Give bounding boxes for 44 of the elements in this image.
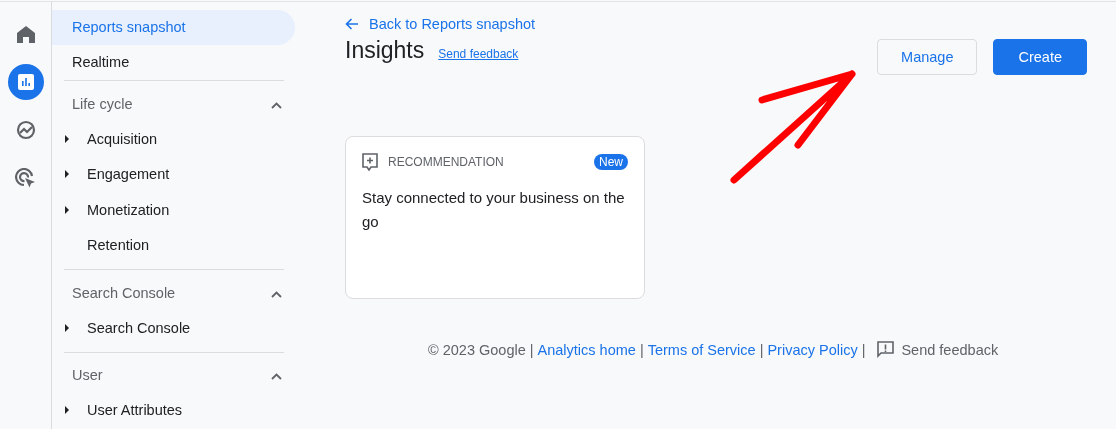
separator: |: [529, 341, 534, 358]
reports-rail-button[interactable]: [7, 64, 44, 100]
expand-triangle-icon[interactable]: [64, 134, 70, 143]
sidebar-item[interactable]: Reports snapshot: [52, 10, 295, 45]
feedback-icon[interactable]: [877, 341, 895, 358]
home-icon[interactable]: [16, 25, 35, 43]
sidebar-item[interactable]: Search Console: [87, 318, 191, 337]
chevron-up-icon[interactable]: [271, 373, 282, 380]
separator: |: [861, 341, 866, 358]
sidebar-item[interactable]: User Attributes: [87, 401, 183, 420]
footer-link[interactable]: Terms of Service: [647, 341, 756, 358]
sidebar-item[interactable]: Engagement: [87, 165, 170, 184]
expand-triangle-icon[interactable]: [64, 205, 70, 214]
expand-triangle-icon[interactable]: [64, 170, 70, 179]
chevron-up-icon[interactable]: [271, 101, 282, 109]
chevron-up-icon[interactable]: [271, 290, 282, 298]
bar-chart-icon[interactable]: [17, 74, 34, 90]
sidebar-item[interactable]: Realtime: [52, 45, 295, 80]
page-title: Insights: [345, 37, 425, 64]
separator: |: [639, 341, 644, 358]
footer-link[interactable]: Privacy Policy: [767, 341, 858, 358]
target-cursor-icon[interactable]: [15, 167, 36, 189]
send-feedback-link[interactable]: Send feedback: [901, 341, 999, 358]
copyright-text: © 2023 Google: [428, 341, 526, 358]
back-arrow-icon: [345, 18, 359, 30]
sidebar-item[interactable]: Acquisition: [87, 129, 158, 148]
footer-link[interactable]: Analytics home: [537, 341, 636, 358]
card-text: Stay connected to your business on the go: [362, 188, 626, 232]
section-heading: User: [72, 367, 103, 383]
manage-button[interactable]: Manage: [877, 39, 978, 75]
feedback-plus-icon: [362, 153, 378, 171]
send-feedback-link[interactable]: Send feedback: [438, 47, 519, 61]
expand-triangle-icon[interactable]: [64, 406, 70, 415]
sidebar-item[interactable]: Retention: [87, 236, 150, 255]
section-heading: Search Console: [72, 284, 176, 301]
separator: |: [759, 341, 764, 358]
card-category: RECOMMENDATION: [388, 155, 504, 169]
create-button[interactable]: Create: [993, 39, 1087, 75]
section-heading: Life cycle: [72, 95, 133, 112]
trend-circle-icon[interactable]: [15, 120, 36, 140]
new-badge: New: [594, 154, 628, 170]
expand-triangle-icon[interactable]: [64, 323, 70, 332]
back-link[interactable]: Back to Reports snapshot: [345, 16, 536, 32]
sidebar-item[interactable]: Monetization: [87, 200, 170, 219]
